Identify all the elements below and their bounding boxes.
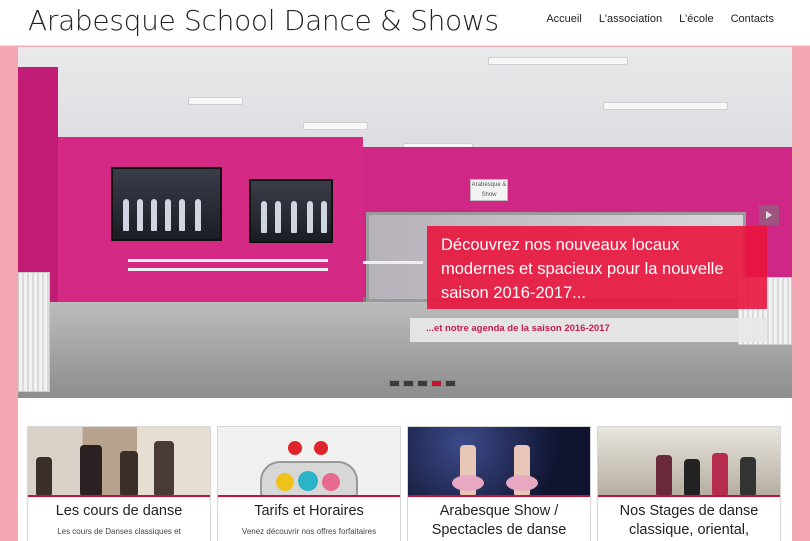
slider-dot[interactable] — [417, 380, 428, 387]
features-section: Les cours de danse Les cours de Danses c… — [18, 398, 792, 541]
nav-contacts[interactable]: Contacts — [731, 13, 774, 25]
dance-poster — [249, 179, 333, 243]
site-title[interactable]: Arabesque School Dance & Shows — [28, 4, 499, 37]
card-image-dance-class — [28, 427, 210, 497]
slider-pagination — [389, 380, 456, 387]
slider-dot[interactable] — [403, 380, 414, 387]
card-text: Les cours de Danses classiques et — [57, 527, 181, 536]
radiator — [18, 272, 50, 392]
slider-dot-active[interactable] — [431, 380, 442, 387]
hero-slider[interactable]: Arabesque & Show Découvrez nos nouveaux … — [18, 47, 792, 398]
card-arabesque-show[interactable]: Arabesque Show / Spectacles de danse — [407, 426, 591, 541]
card-tarifs-horaires[interactable]: Tarifs et Horaires Venez découvrir nos o… — [217, 426, 401, 541]
dance-poster — [111, 167, 222, 241]
ballet-barre — [128, 268, 328, 271]
card-cours-de-danse[interactable]: Les cours de danse Les cours de Danses c… — [27, 426, 211, 541]
card-text: Venez découvrir nos offres forfaitaires — [241, 527, 377, 536]
site-header: Arabesque School Dance & Shows Accueil L… — [0, 0, 810, 46]
nav-ecole[interactable]: L'école — [679, 13, 714, 25]
card-image-workshop — [598, 427, 780, 497]
ballet-barre — [128, 259, 328, 262]
ballet-barre — [363, 261, 423, 264]
ceiling-light — [488, 57, 628, 65]
slide-caption: Découvrez nos nouveaux locaux modernes e… — [427, 226, 767, 309]
ceiling-light — [303, 122, 368, 130]
card-title: Tarifs et Horaires — [254, 503, 364, 519]
slider-next-arrow[interactable] — [759, 205, 779, 225]
ceiling-light — [603, 102, 728, 110]
slide-agenda-link[interactable]: ...et notre agenda de la saison 2016-201… — [410, 318, 767, 342]
card-image-purse — [218, 427, 400, 497]
nav-association[interactable]: L'association — [599, 13, 662, 25]
card-title: Les cours de danse — [55, 503, 183, 519]
nav-accueil[interactable]: Accueil — [546, 13, 581, 25]
slide-caption-text: Découvrez nos nouveaux locaux modernes e… — [441, 236, 724, 302]
main-nav: Accueil L'association L'école Contacts — [546, 13, 774, 25]
card-title: Nos Stages de danse classique, oriental, — [619, 503, 759, 538]
ceiling-light — [188, 97, 243, 105]
school-sign: Arabesque & Show — [470, 179, 508, 201]
card-image-show — [408, 427, 590, 497]
slider-dot[interactable] — [445, 380, 456, 387]
card-stages-de-danse[interactable]: Nos Stages de danse classique, oriental, — [597, 426, 781, 541]
slider-dot[interactable] — [389, 380, 400, 387]
card-title: Arabesque Show / Spectacles de danse — [431, 503, 567, 538]
